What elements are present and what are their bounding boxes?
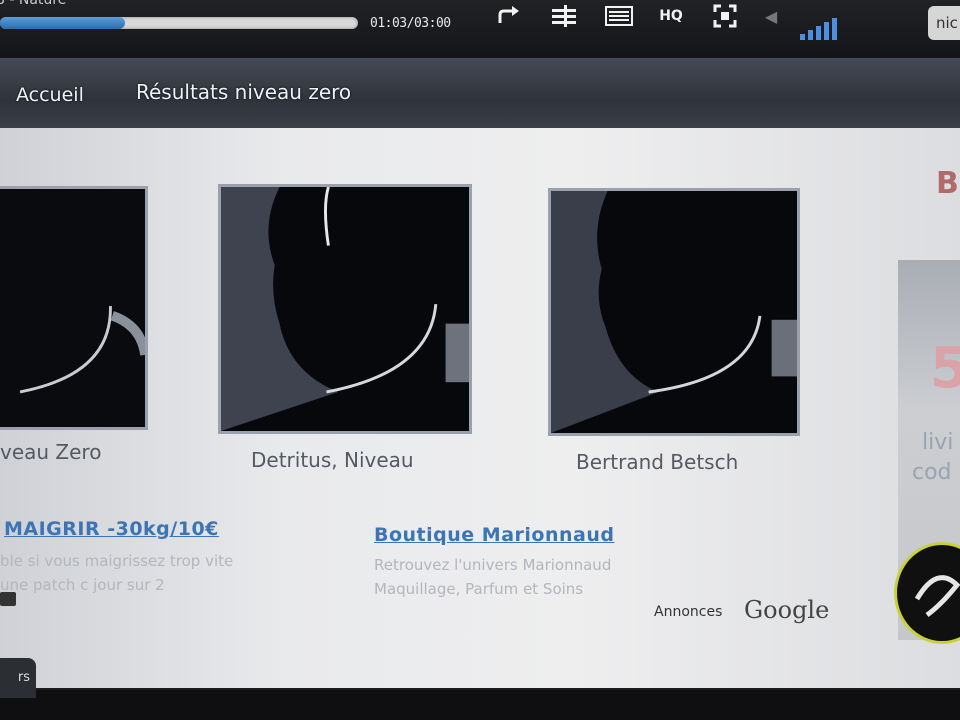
- sidebar-heading: B: [936, 166, 959, 201]
- google-logo[interactable]: Google: [744, 596, 829, 624]
- nav-item-accueil[interactable]: Accueil: [16, 84, 84, 106]
- ad-text-line: Maquillage, Parfum et Soins: [374, 580, 584, 598]
- result-thumbnail[interactable]: [218, 184, 472, 434]
- bottom-tab[interactable]: rs: [0, 658, 36, 698]
- video-player-bar: 8 - Nature 01:03/03:00 HQ ◀ nic: [0, 0, 960, 58]
- progress-bar[interactable]: [0, 17, 358, 29]
- time-readout: 01:03/03:00: [370, 16, 451, 31]
- fullscreen-icon[interactable]: [710, 4, 740, 28]
- ads-by-label[interactable]: Annonces: [654, 604, 722, 620]
- sidebar-ad-text: livi: [922, 430, 954, 455]
- nav-item-resultats[interactable]: Résultats niveau zero: [136, 80, 351, 104]
- bottom-bar: [0, 690, 960, 720]
- progress-fill: [0, 17, 126, 29]
- ad-link-maigrir[interactable]: MAIGRIR -30kg/10€: [4, 518, 219, 540]
- ad-info-icon[interactable]: [0, 592, 16, 606]
- ad-text-line: Retrouvez l'univers Marionnaud: [374, 556, 612, 574]
- ad-text-line: une patch c jour sur 2: [0, 576, 165, 594]
- sidebar-ad-number: 5: [930, 336, 960, 401]
- result-caption[interactable]: Bertrand Betsch: [576, 450, 738, 474]
- ad-text-line: ble si vous maigrissez trop vite: [0, 552, 234, 570]
- share-icon[interactable]: [494, 4, 524, 28]
- video-title: 8 - Nature: [0, 0, 67, 8]
- volume-icon[interactable]: ◀: [760, 4, 782, 28]
- top-right-button[interactable]: nic: [928, 6, 960, 40]
- result-thumbnail[interactable]: [0, 186, 148, 430]
- sidebar-ad-text: cod: [912, 460, 952, 485]
- result-thumbnail[interactable]: [548, 188, 800, 436]
- hq-button[interactable]: HQ: [654, 4, 688, 28]
- lights-icon[interactable]: [603, 4, 635, 28]
- sidebar-ad-logo[interactable]: [894, 542, 960, 644]
- playlist-icon[interactable]: [548, 4, 580, 28]
- volume-level[interactable]: [800, 14, 837, 40]
- ad-link-marionnaud[interactable]: Boutique Marionnaud: [374, 524, 614, 546]
- result-caption[interactable]: Detritus, Niveau: [251, 448, 414, 472]
- site-navigation: Accueil Résultats niveau zero: [0, 58, 960, 130]
- result-caption[interactable]: veau Zero: [0, 440, 101, 464]
